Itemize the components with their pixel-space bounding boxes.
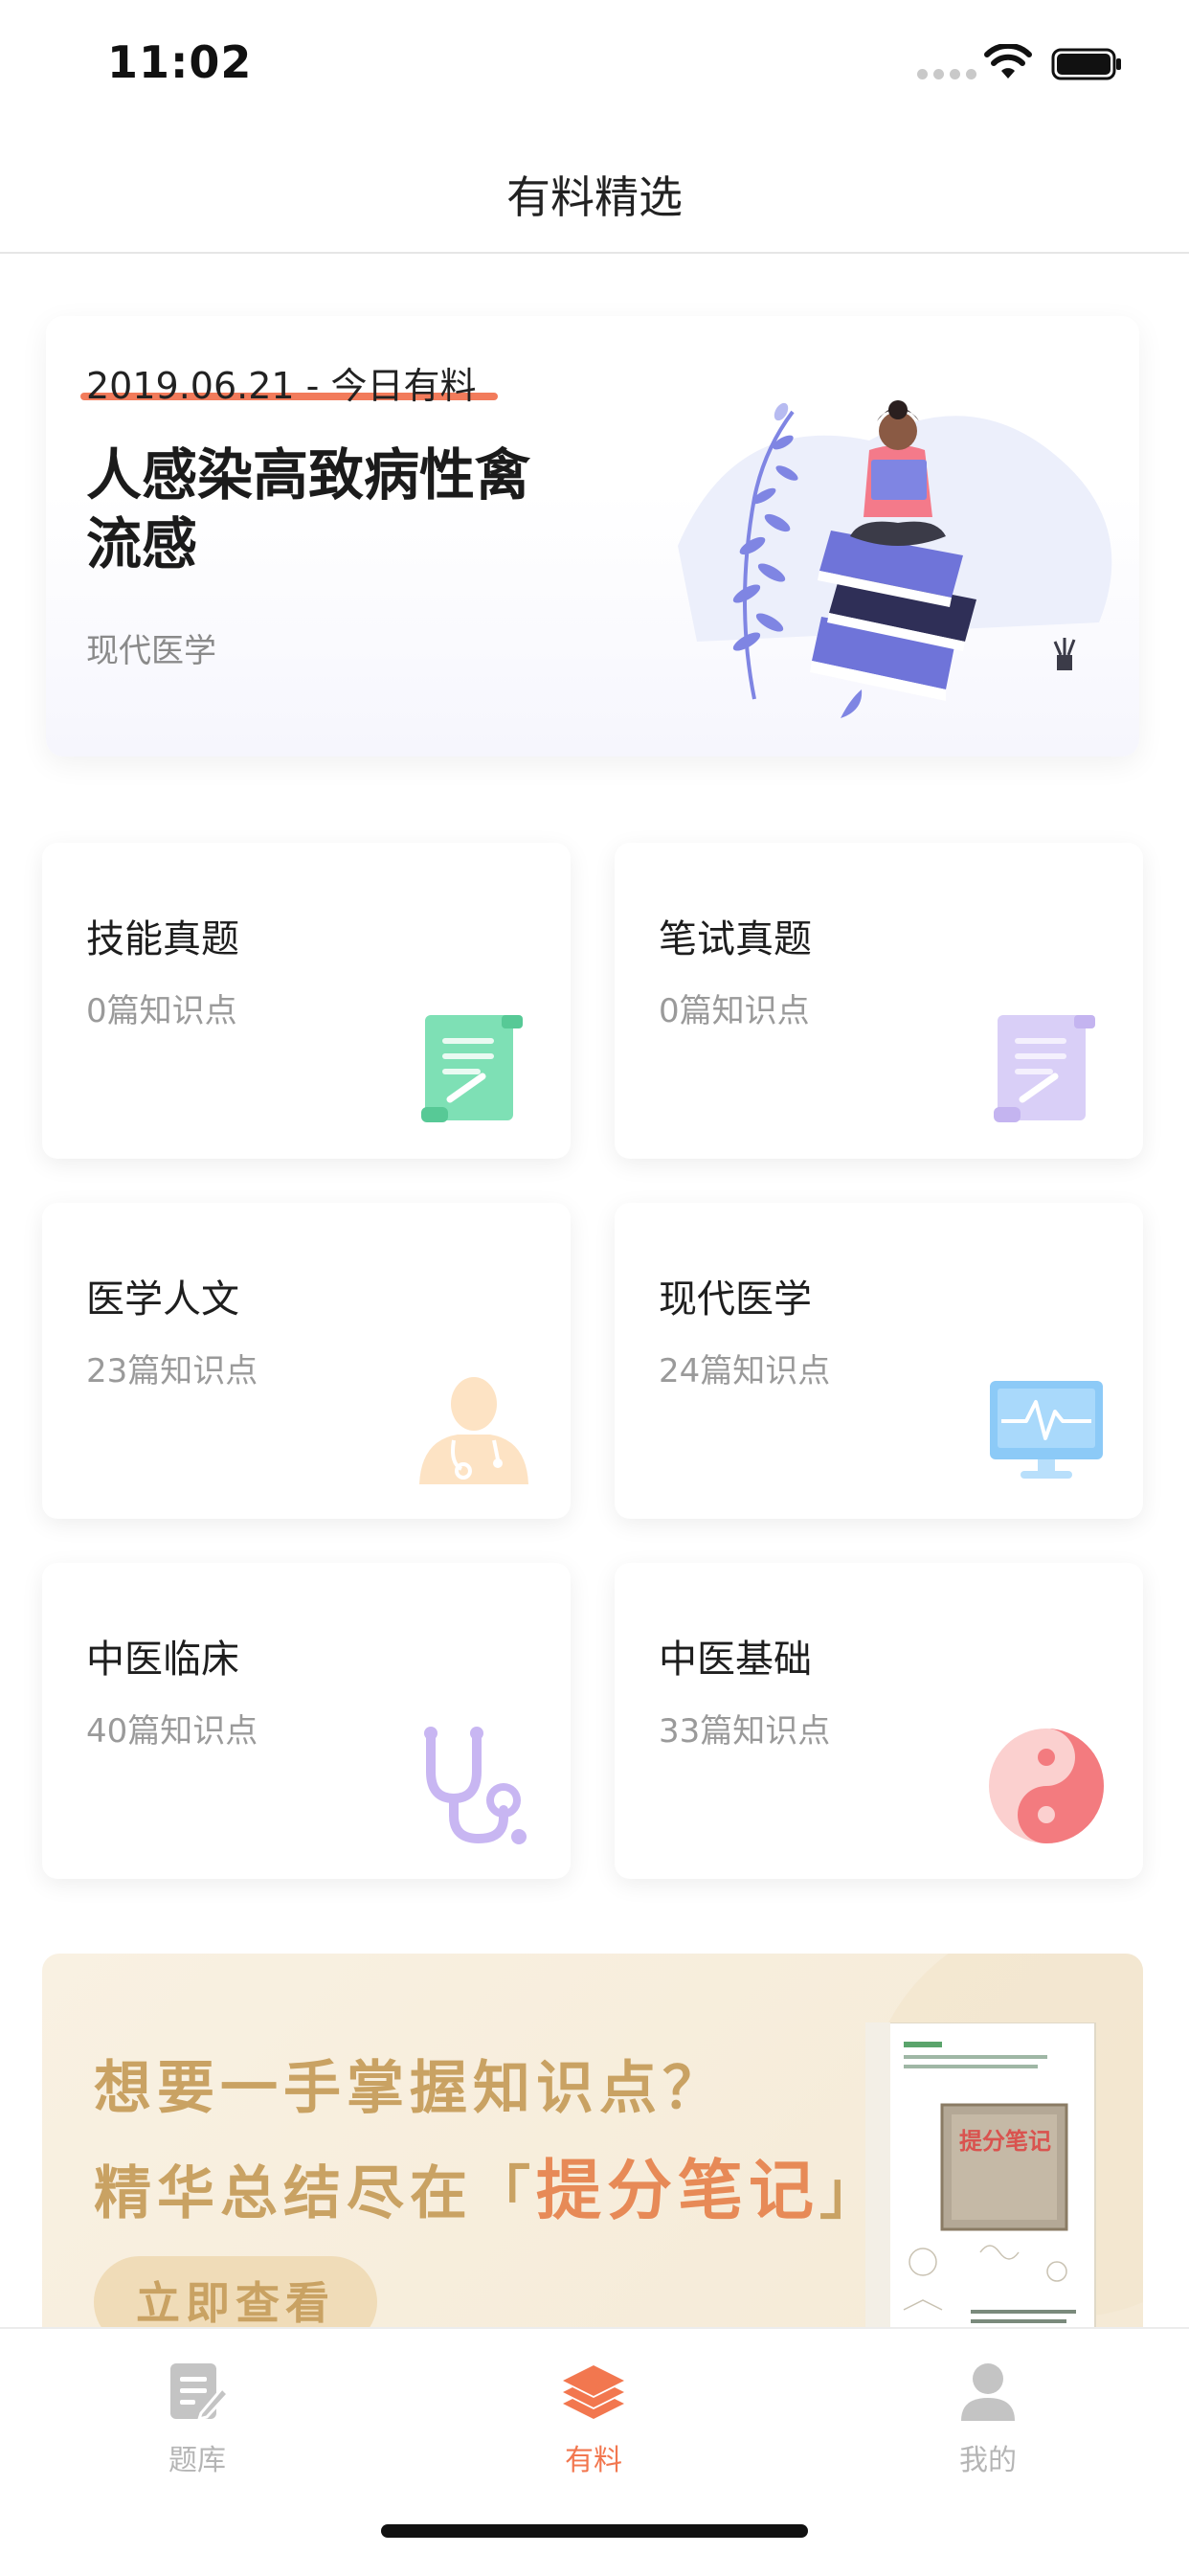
nav-divider bbox=[0, 252, 1189, 254]
category-card-written-exam[interactable]: 笔试真题 0篇知识点 bbox=[615, 843, 1143, 1159]
status-time: 11:02 bbox=[107, 36, 253, 88]
category-title: 中医临床 bbox=[86, 1638, 239, 1682]
tab-label: 题库 bbox=[168, 2444, 226, 2477]
tab-label: 我的 bbox=[959, 2444, 1017, 2477]
category-title: 医学人文 bbox=[86, 1277, 239, 1322]
category-count: 40篇知识点 bbox=[86, 1712, 258, 1751]
category-count: 23篇知识点 bbox=[86, 1352, 258, 1390]
promo-highlight: 提分笔记 bbox=[536, 2153, 820, 2229]
promo-headline: 想要一手掌握知识点？ bbox=[94, 2055, 726, 2122]
featured-date: 2019.06.21 - 今日有料 bbox=[86, 365, 477, 407]
yin-yang-icon bbox=[989, 1729, 1104, 1843]
wifi-icon bbox=[984, 44, 1032, 79]
category-title: 现代医学 bbox=[659, 1277, 812, 1322]
featured-category: 现代医学 bbox=[86, 632, 216, 670]
category-card-tcm-clinical[interactable]: 中医临床 40篇知识点 bbox=[42, 1563, 571, 1879]
featured-title: 人感染高致病性禽流感 bbox=[86, 442, 531, 576]
category-count: 0篇知识点 bbox=[86, 992, 237, 1030]
reading-illustration bbox=[678, 400, 1112, 718]
battery-icon bbox=[1051, 48, 1121, 80]
category-card-modern-medicine[interactable]: 现代医学 24篇知识点 bbox=[615, 1203, 1143, 1519]
tab-materials[interactable]: 有料 bbox=[498, 2358, 689, 2478]
layers-icon bbox=[563, 2365, 624, 2419]
doctor-icon bbox=[419, 1377, 528, 1484]
book-cover-title: 提分笔记 bbox=[959, 2127, 1051, 2155]
view-now-button[interactable]: 立即查看 bbox=[94, 2256, 377, 2337]
featured-article-card[interactable]: 2019.06.21 - 今日有料 人感染高致病性禽流感 现代医学 bbox=[46, 316, 1139, 757]
category-title: 技能真题 bbox=[86, 917, 239, 961]
scroll-icon bbox=[421, 1015, 523, 1122]
category-count: 33篇知识点 bbox=[659, 1712, 831, 1751]
page-title: 有料精选 bbox=[506, 171, 683, 223]
promo-subline: 精华总结尽在「提分笔记」 bbox=[94, 2137, 883, 2232]
stethoscope-icon bbox=[424, 1727, 527, 1844]
category-card-skill-exam[interactable]: 技能真题 0篇知识点 bbox=[42, 843, 571, 1159]
profile-icon bbox=[961, 2363, 1015, 2421]
category-card-medical-humanities[interactable]: 医学人文 23篇知识点 bbox=[42, 1203, 571, 1519]
tab-label: 有料 bbox=[565, 2444, 622, 2477]
monitor-icon bbox=[990, 1381, 1103, 1479]
category-card-tcm-basics[interactable]: 中医基础 33篇知识点 bbox=[615, 1563, 1143, 1879]
category-title: 笔试真题 bbox=[659, 917, 812, 961]
promo-banner[interactable]: 想要一手掌握知识点？ 精华总结尽在「提分笔记」 立即查看 提分笔记 bbox=[42, 1954, 1143, 2337]
home-indicator bbox=[381, 2524, 808, 2538]
category-count: 0篇知识点 bbox=[659, 992, 810, 1030]
book-cover-image: 提分笔记 bbox=[865, 2022, 1105, 2337]
book-cover-art bbox=[865, 2022, 1096, 2337]
promo-subline-prefix: 精华总结尽在「 bbox=[94, 2160, 536, 2227]
question-bank-icon bbox=[170, 2363, 231, 2422]
category-title: 中医基础 bbox=[659, 1638, 812, 1682]
scroll-icon bbox=[994, 1015, 1095, 1122]
category-count: 24篇知识点 bbox=[659, 1352, 831, 1390]
tab-profile[interactable]: 我的 bbox=[892, 2358, 1084, 2478]
tab-bar: 题库 有料 我的 bbox=[0, 2327, 1189, 2576]
cellular-signal-icon bbox=[917, 69, 976, 79]
tab-question-bank[interactable]: 题库 bbox=[101, 2358, 293, 2478]
